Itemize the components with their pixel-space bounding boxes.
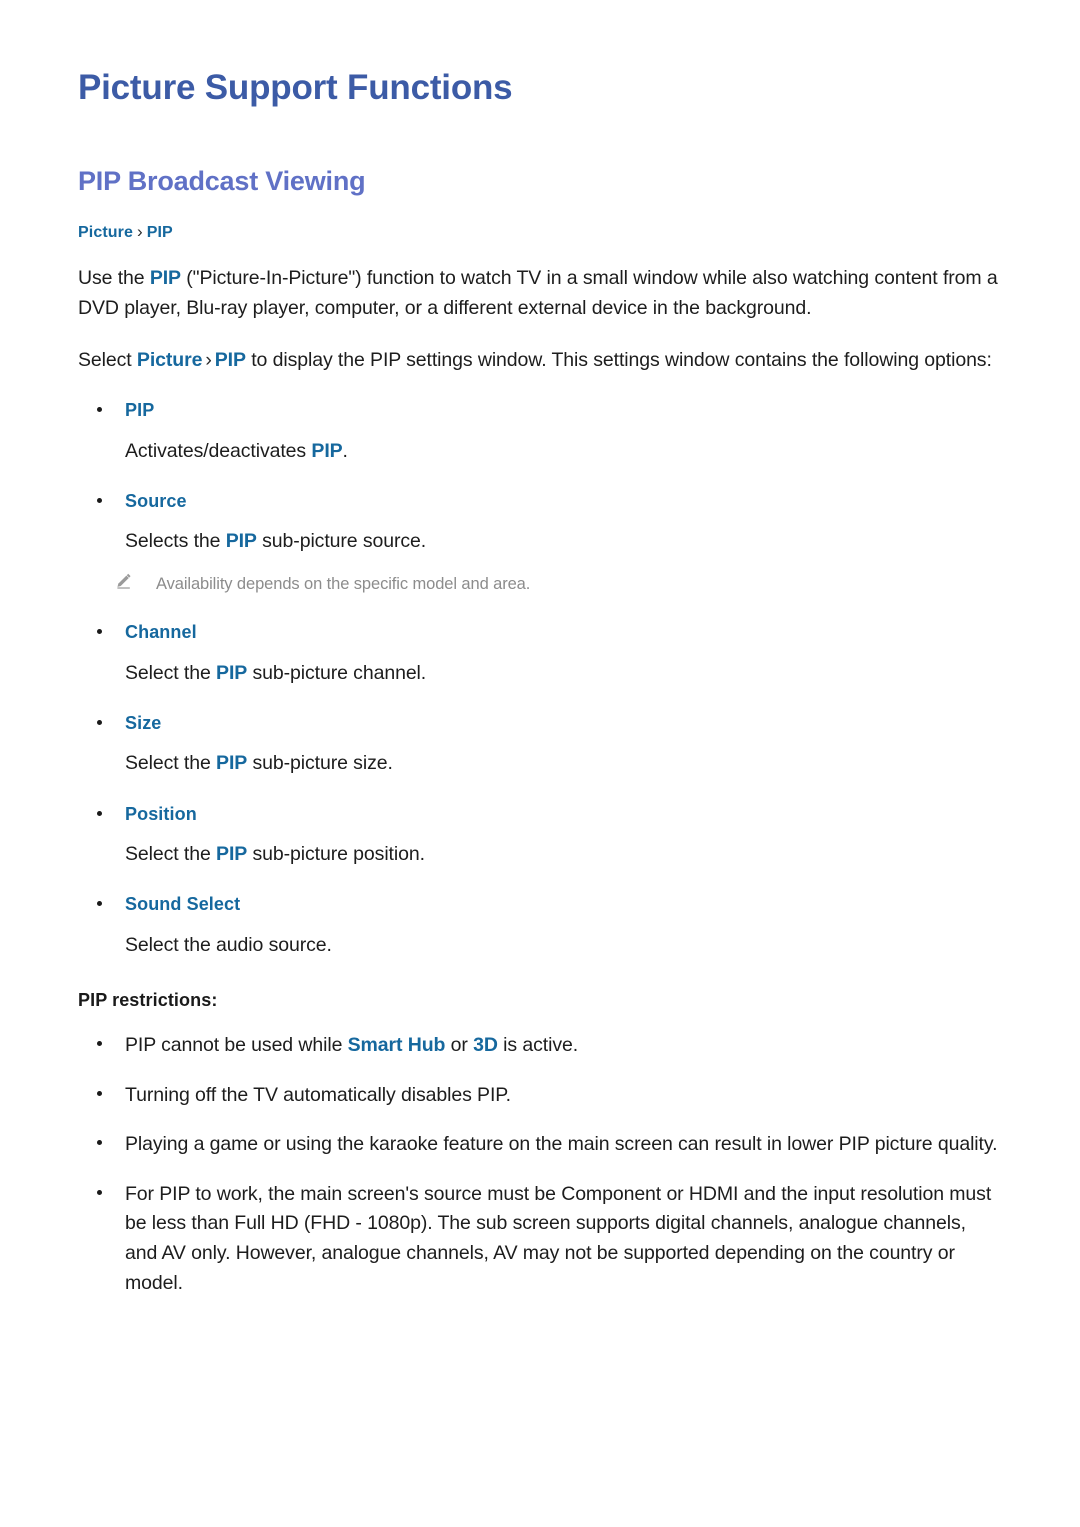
option-desc-b: sub-picture position. (247, 843, 426, 866)
intro-p1-text-a: Use the (78, 267, 150, 290)
restriction-text-b: is active. (497, 1033, 579, 1056)
option-label-text: Position (125, 803, 197, 824)
list-item: Position Select the PIP sub-picture posi… (78, 803, 1002, 870)
inline-link-pip[interactable]: PIP (150, 267, 181, 289)
inline-link-smart-hub[interactable]: Smart Hub (348, 1034, 446, 1056)
option-desc-b: sub-picture channel. (247, 661, 427, 684)
option-description: Select the PIP sub-picture channel. (78, 645, 1002, 688)
restriction-text-a: Turning off the TV automatically disable… (125, 1083, 511, 1106)
document-page: Picture Support Functions PIP Broadcast … (0, 0, 1080, 1527)
bullet-icon (97, 901, 102, 907)
restriction-text-mid: or (445, 1033, 474, 1056)
option-label-position[interactable]: Position (78, 803, 1002, 826)
option-label-source[interactable]: Source (78, 490, 1002, 513)
bullet-icon (97, 407, 102, 413)
option-label-sound-select[interactable]: Sound Select (78, 893, 1002, 916)
option-description: Select the audio source. (78, 917, 1002, 960)
bullet-icon (97, 497, 102, 503)
option-description: Select the PIP sub-picture position. (78, 826, 1002, 869)
intro-paragraph-2: Select Picture › PIP to display the PIP se… (78, 324, 1002, 376)
restrictions-heading: PIP restrictions: (78, 989, 218, 1010)
list-item: Channel Select the PIP sub-picture chann… (78, 621, 1002, 688)
option-label-text: PIP (125, 400, 155, 421)
option-desc-b: sub-picture source. (256, 530, 427, 553)
note-text: Availability depends on the specific mod… (156, 575, 531, 594)
option-label-text: Source (125, 490, 187, 511)
list-item: Playing a game or using the karaoke feat… (78, 1110, 1002, 1160)
note-availability: Availability depends on the specific mod… (78, 556, 1002, 597)
pencil-icon (117, 574, 131, 590)
option-label-text: Size (125, 713, 162, 734)
option-desc-b: sub-picture size. (247, 752, 393, 775)
bullet-icon (97, 1090, 102, 1096)
list-item: Source Selects the PIP sub-picture sourc… (78, 490, 1002, 598)
inline-link-picture[interactable]: Picture (137, 349, 203, 371)
list-item: Sound Select Select the audio source. (78, 893, 1002, 960)
intro-p2-text-a: Select (78, 348, 137, 371)
option-label-pip[interactable]: PIP (78, 399, 1002, 422)
option-description: Select the PIP sub-picture size. (78, 735, 1002, 778)
bullet-icon (97, 1040, 102, 1046)
option-description: Selects the PIP sub-picture source. (78, 513, 1002, 556)
option-desc-a: Select the (125, 661, 217, 684)
inline-link-pip[interactable]: PIP (216, 752, 247, 774)
restriction-text-a: For PIP to work, the main screen's sourc… (125, 1182, 992, 1294)
option-label-size[interactable]: Size (78, 712, 1002, 735)
list-item: PIP cannot be used while Smart Hub or 3D… (78, 1011, 1002, 1061)
bullet-icon (97, 810, 102, 816)
bullet-icon (97, 1140, 102, 1146)
intro-p2-text-b: to display the PIP settings window. This… (245, 348, 992, 371)
option-desc-a: Select the (125, 843, 217, 866)
list-item: For PIP to work, the main screen's sourc… (78, 1160, 1002, 1299)
inline-link-pip[interactable]: PIP (311, 440, 342, 462)
option-description: Activates/deactivates PIP. (78, 423, 1002, 466)
inline-link-pip[interactable]: PIP (216, 662, 247, 684)
breadcrumb: Picture › PIP (78, 222, 1002, 242)
bullet-icon (97, 720, 102, 726)
list-item: Turning off the TV automatically disable… (78, 1061, 1002, 1111)
option-desc-a: Select the audio source. (125, 933, 332, 956)
list-item: PIP Activates/deactivates PIP. (78, 399, 1002, 466)
option-label-channel[interactable]: Channel (78, 621, 1002, 644)
chevron-right-icon-inline: › (205, 348, 212, 371)
option-desc-a: Selects the (125, 530, 226, 553)
restrictions-list: PIP cannot be used while Smart Hub or 3D… (78, 1011, 1002, 1298)
bullet-icon (97, 629, 102, 635)
inline-link-pip-2[interactable]: PIP (215, 349, 246, 371)
bullet-icon (97, 1189, 102, 1195)
page-title: Picture Support Functions (78, 68, 513, 107)
option-desc-a: Activates/deactivates (125, 439, 312, 462)
option-desc-b: . (342, 439, 348, 462)
option-label-text: Sound Select (125, 894, 241, 915)
breadcrumb-item-picture[interactable]: Picture (78, 224, 133, 241)
section-title: PIP Broadcast Viewing (78, 166, 366, 197)
intro-p1-text-b: ("Picture-In-Picture") function to watch… (78, 267, 998, 319)
list-item: Size Select the PIP sub-picture size. (78, 712, 1002, 779)
pip-options-list: PIP Activates/deactivates PIP. Source Se… (78, 399, 1002, 960)
option-desc-a: Select the (125, 752, 217, 775)
option-label-text: Channel (125, 622, 197, 643)
inline-link-pip[interactable]: PIP (226, 530, 257, 552)
chevron-right-icon: › (136, 222, 143, 242)
inline-link-3d[interactable]: 3D (473, 1034, 498, 1056)
restriction-text-a: PIP cannot be used while (125, 1033, 348, 1056)
inline-link-pip[interactable]: PIP (216, 843, 247, 865)
intro-paragraph-1: Use the PIP ("Picture-In-Picture") funct… (78, 242, 1002, 323)
restriction-text-a: Playing a game or using the karaoke feat… (125, 1133, 998, 1156)
breadcrumb-item-pip[interactable]: PIP (147, 224, 173, 241)
